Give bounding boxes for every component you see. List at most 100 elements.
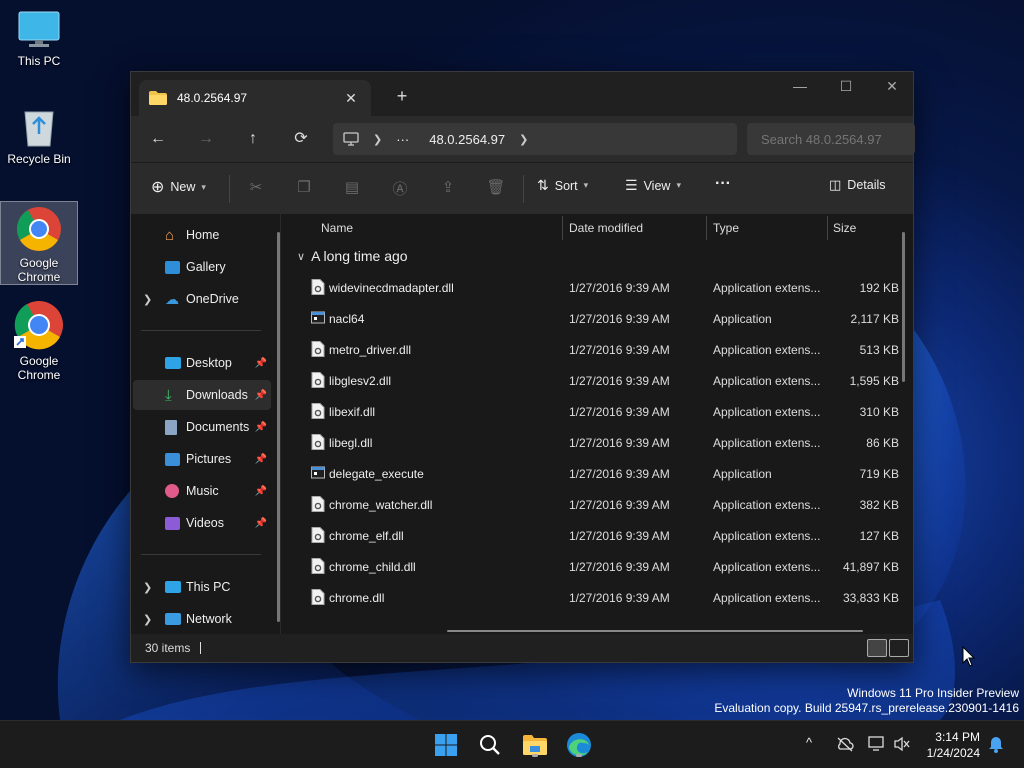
table-row[interactable]: chrome_elf.dll 1/27/2016 9:39 AM Applicati…: [301, 520, 903, 551]
clock[interactable]: 3:14 PM 1/24/2024: [927, 729, 980, 761]
vertical-scrollbar[interactable]: [902, 232, 905, 382]
search-input[interactable]: [747, 123, 915, 155]
up-button[interactable]: ↑: [238, 124, 268, 154]
column-divider[interactable]: [827, 216, 828, 240]
table-row[interactable]: widevinecdmadapter.dll 1/27/2016 9:39 AM A…: [301, 272, 903, 303]
details-button[interactable]: ◫ Details: [829, 177, 886, 193]
nav-item-home[interactable]: ⌂ Home: [133, 220, 271, 250]
cloud-sync-icon[interactable]: [836, 736, 854, 752]
nav-item-desktop[interactable]: Desktop 📌: [133, 348, 271, 378]
file-name: chrome_watcher.dll: [329, 498, 433, 512]
desktop-icon-this-pc[interactable]: This PC: [0, 10, 78, 68]
column-size[interactable]: Size: [833, 221, 856, 235]
pin-icon[interactable]: 📌: [255, 486, 267, 497]
details-view-button[interactable]: [867, 639, 887, 657]
new-tab-button[interactable]: +: [389, 84, 415, 110]
pin-icon[interactable]: 📌: [255, 358, 267, 369]
application-icon: [311, 311, 325, 324]
minimize-button[interactable]: —: [777, 72, 823, 102]
forward-button[interactable]: →: [191, 124, 221, 154]
nav-item-gallery[interactable]: Gallery: [133, 252, 271, 282]
rename-icon[interactable]: Ⓐ: [389, 178, 411, 200]
desktop-icon-recycle-bin[interactable]: Recycle Bin: [0, 106, 78, 166]
chevron-right-icon[interactable]: ❯: [519, 133, 528, 146]
desktop-icon-label: Google Chrome: [17, 354, 61, 382]
file-explorer-taskbar-button[interactable]: [519, 729, 551, 761]
chevron-right-icon[interactable]: ❯: [143, 613, 152, 626]
pin-icon[interactable]: 📌: [255, 422, 267, 433]
new-button[interactable]: ⊕ New ▾: [151, 177, 206, 197]
file-name: libexif.dll: [329, 405, 376, 419]
table-row[interactable]: delegate_execute 1/27/2016 9:39 AM Applica…: [301, 458, 903, 489]
nav-item-music[interactable]: Music 📌: [133, 476, 271, 506]
column-divider[interactable]: [562, 216, 563, 240]
tab-label: 48.0.2564.97: [177, 91, 248, 105]
chevron-right-icon[interactable]: ❯: [373, 133, 382, 146]
nav-item-this-pc[interactable]: ❯ This PC: [133, 572, 271, 602]
table-row[interactable]: metro_driver.dll 1/27/2016 9:39 AM Applica…: [301, 334, 903, 365]
maximize-button[interactable]: ☐: [823, 72, 869, 102]
chevron-right-icon[interactable]: ❯: [143, 293, 152, 306]
refresh-button[interactable]: ⟳: [286, 124, 316, 154]
nav-item-documents[interactable]: Documents 📌: [133, 412, 271, 442]
close-button[interactable]: ✕: [869, 72, 915, 102]
breadcrumb-current-folder[interactable]: 48.0.2564.97: [429, 132, 505, 147]
desktop-icon-google-chrome[interactable]: Google Chrome: [0, 201, 78, 285]
address-bar[interactable]: ❯ ··· 48.0.2564.97 ❯: [333, 123, 737, 155]
pin-icon[interactable]: 📌: [255, 454, 267, 465]
file-name: widevinecdmadapter.dll: [329, 281, 454, 295]
column-date-modified[interactable]: Date modified: [569, 221, 643, 235]
taskbar: ^ 3:14 PM 1/24/2024: [0, 720, 1024, 768]
network-icon: [165, 613, 181, 625]
horizontal-scrollbar[interactable]: [447, 630, 863, 632]
nav-pane-scrollbar[interactable]: [277, 232, 280, 622]
table-row[interactable]: chrome.dll 1/27/2016 9:39 AM Application e…: [301, 582, 903, 613]
tab-48-0-2564-97[interactable]: 48.0.2564.97 ✕: [139, 80, 371, 116]
nav-item-onedrive[interactable]: ❯ ☁ OneDrive: [133, 284, 271, 314]
navigation-pane: ⌂ Home Gallery ❯ ☁ OneDrive Desktop 📌 ⤓ …: [131, 214, 281, 634]
pin-icon[interactable]: 📌: [255, 390, 267, 401]
sort-button[interactable]: ⇅ Sort ▾: [537, 177, 588, 194]
desktop-icon-google-chrome-shortcut[interactable]: Google Chrome: [0, 300, 78, 382]
view-button[interactable]: ☰ View ▾: [625, 177, 681, 194]
edge-taskbar-button[interactable]: [563, 729, 595, 761]
nav-item-pictures[interactable]: Pictures 📌: [133, 444, 271, 474]
file-type: Application extens...: [713, 343, 821, 357]
copy-icon[interactable]: ❐: [293, 178, 315, 200]
table-row[interactable]: chrome_watcher.dll 1/27/2016 9:39 AM Appli…: [301, 489, 903, 520]
table-row[interactable]: chrome_child.dll 1/27/2016 9:39 AM Applica…: [301, 551, 903, 582]
group-header[interactable]: ∨ A long time ago: [297, 248, 408, 264]
network-status-icon[interactable]: [868, 736, 886, 752]
cut-icon[interactable]: ✂: [245, 178, 267, 200]
table-row[interactable]: nacl64 1/27/2016 9:39 AM Application 2,117 …: [301, 303, 903, 334]
pin-icon[interactable]: 📌: [255, 518, 267, 529]
breadcrumb-overflow[interactable]: ···: [396, 132, 409, 147]
nav-item-network[interactable]: ❯ Network: [133, 604, 271, 634]
file-type: Application extens...: [713, 281, 821, 295]
nav-item-videos[interactable]: Videos 📌: [133, 508, 271, 538]
large-icons-view-button[interactable]: [889, 639, 909, 657]
show-hidden-icons-button[interactable]: ^: [806, 735, 812, 750]
paste-icon[interactable]: ▤: [341, 178, 363, 200]
search-button[interactable]: [474, 729, 506, 761]
file-type: Application extens...: [713, 405, 821, 419]
back-button[interactable]: ←: [143, 124, 173, 154]
dll-file-icon: [311, 341, 325, 357]
nav-item-downloads[interactable]: ⤓ Downloads 📌: [133, 380, 271, 410]
table-row[interactable]: libegl.dll 1/27/2016 9:39 AM Application e…: [301, 427, 903, 458]
table-row[interactable]: libexif.dll 1/27/2016 9:39 AM Application …: [301, 396, 903, 427]
see-more-button[interactable]: ···: [715, 175, 731, 193]
column-type[interactable]: Type: [713, 221, 739, 235]
notification-bell-icon[interactable]: [988, 735, 1004, 753]
start-button[interactable]: [430, 729, 462, 761]
tab-close-icon[interactable]: ✕: [341, 90, 361, 107]
share-icon[interactable]: ⇪: [437, 178, 459, 200]
chevron-right-icon[interactable]: ❯: [143, 581, 152, 594]
volume-muted-icon[interactable]: [893, 736, 911, 752]
document-icon: [165, 419, 177, 435]
delete-icon[interactable]: 🗑: [485, 178, 507, 200]
file-date-modified: 1/27/2016 9:39 AM: [569, 436, 670, 450]
column-divider[interactable]: [706, 216, 707, 240]
column-name[interactable]: Name: [321, 221, 353, 235]
table-row[interactable]: libglesv2.dll 1/27/2016 9:39 AM Applicatio…: [301, 365, 903, 396]
